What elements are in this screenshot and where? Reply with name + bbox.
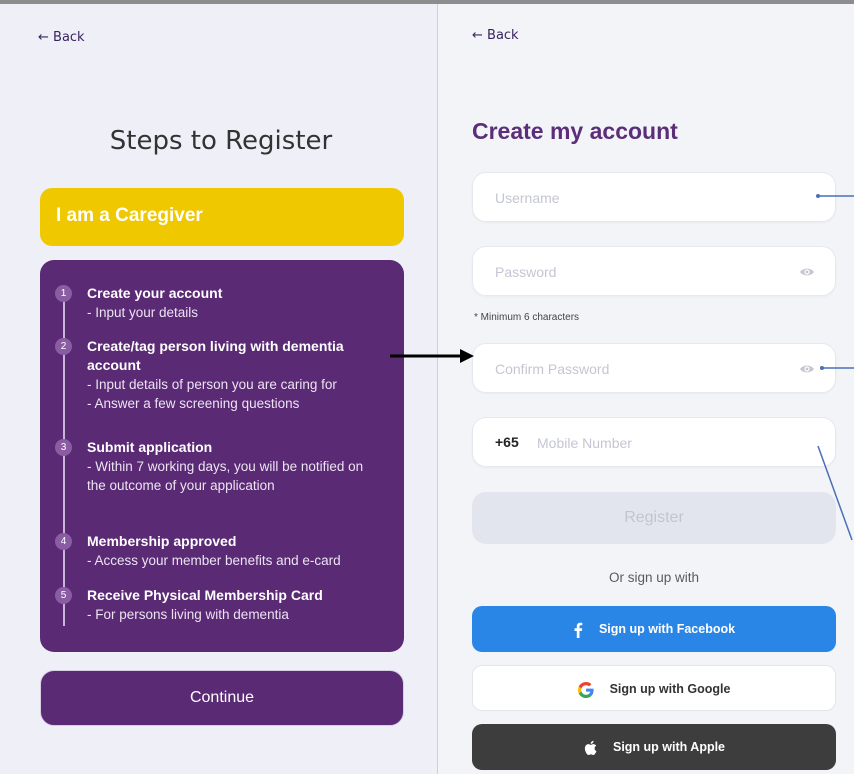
step-title: Create/tag person living with dementia a… (87, 338, 344, 373)
confirm-password-input[interactable] (495, 358, 775, 380)
step-title: Membership approved (87, 533, 237, 549)
role-banner: I am a Caregiver (40, 188, 404, 246)
step-number: 1 (55, 285, 72, 302)
google-signup-label: Sign up with Google (609, 682, 731, 696)
step-number: 4 (55, 533, 72, 550)
steps-card: 1 Create your account - Input your detai… (40, 260, 404, 652)
password-hint: * Minimum 6 characters (474, 312, 580, 323)
step-number: 5 (55, 587, 72, 604)
apple-signup-button[interactable]: Sign up with Apple (472, 724, 836, 770)
apple-icon (584, 740, 597, 755)
google-icon (577, 681, 594, 698)
step-description: - Answer a few screening questions (87, 396, 300, 411)
facebook-signup-button[interactable]: Sign up with Facebook (472, 606, 836, 652)
step-description: - Input details of person you are caring… (87, 377, 337, 392)
username-field[interactable] (472, 172, 836, 222)
confirm-password-field[interactable] (472, 343, 836, 393)
eye-icon[interactable] (799, 361, 815, 377)
password-field[interactable] (472, 246, 836, 296)
or-sign-up-text: Or sign up with (608, 570, 700, 585)
password-input[interactable] (495, 261, 775, 283)
step-title: Receive Physical Membership Card (87, 587, 323, 603)
step-title: Submit application (87, 439, 213, 455)
username-input[interactable] (495, 187, 775, 209)
apple-signup-label: Sign up with Apple (612, 740, 726, 754)
step-description: - Access your member benefits and e-card (87, 553, 341, 568)
mobile-input[interactable] (537, 432, 817, 454)
step-number: 3 (55, 439, 72, 456)
google-signup-button[interactable]: Sign up with Google (472, 665, 836, 711)
step-description: - Within 7 working days, you will be not… (87, 459, 364, 493)
mobile-field[interactable]: +65 (472, 417, 836, 467)
back-link[interactable]: ← Back (472, 28, 519, 43)
create-account-panel: ← Back Create my account * Minimum 6 cha… (438, 4, 854, 774)
form-title: Create my account (472, 118, 678, 144)
facebook-signup-label: Sign up with Facebook (598, 622, 736, 636)
page-title: Steps to Register (109, 126, 333, 156)
register-button[interactable]: Register (472, 492, 836, 544)
step-description: - For persons living with dementia (87, 607, 289, 622)
step-number: 2 (55, 338, 72, 355)
back-link[interactable]: ← Back (38, 30, 85, 45)
steps-panel: ← Back Steps to Register I am a Caregive… (0, 4, 438, 774)
country-code: +65 (495, 434, 519, 450)
continue-button[interactable]: Continue (40, 670, 404, 726)
facebook-icon (574, 622, 583, 638)
eye-icon[interactable] (799, 264, 815, 280)
step-title: Create your account (87, 285, 223, 301)
step-description: - Input your details (87, 305, 199, 320)
